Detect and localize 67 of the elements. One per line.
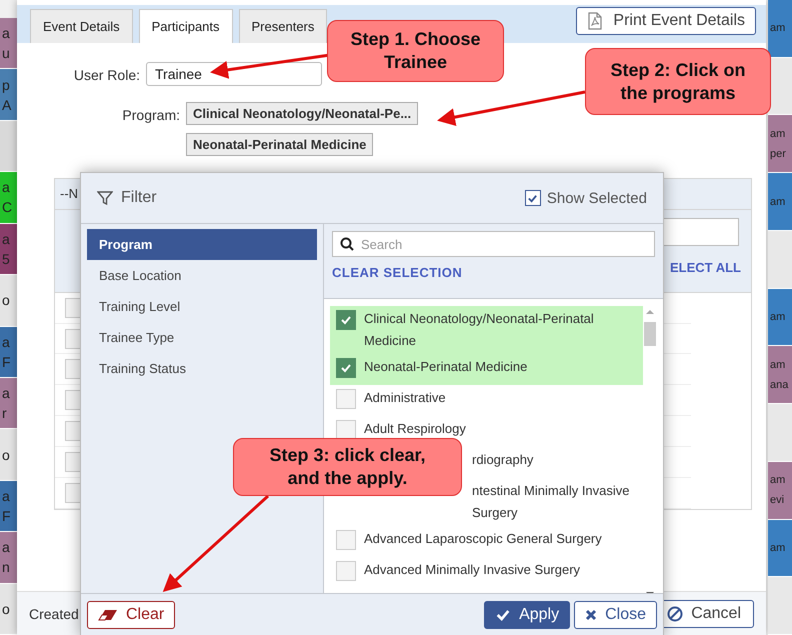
modal-title: Filter xyxy=(97,189,157,207)
calendar-block: o xyxy=(0,584,17,635)
filter-category[interactable]: Training Level xyxy=(87,291,317,322)
calendar-block: a C xyxy=(0,172,17,224)
calendar-event: am evi xyxy=(768,462,792,520)
step-callout: Step 1. Choose Trainee xyxy=(327,20,504,82)
clear-button[interactable]: Clear xyxy=(87,601,176,629)
step-callout: Step 3: click clear, and the apply. xyxy=(233,438,462,496)
calendar-block: a r xyxy=(0,378,17,430)
program-option[interactable]: Neonatal-Perinatal Medicine xyxy=(330,354,643,385)
created-label: Created xyxy=(29,606,79,622)
check-icon xyxy=(527,192,538,204)
program-option[interactable]: Advanced Minimally Invasive Surgery xyxy=(330,557,643,588)
filter-category[interactable]: Trainee Type xyxy=(87,322,317,353)
eraser-icon xyxy=(98,609,118,621)
checkbox[interactable] xyxy=(336,420,356,440)
calendar-block: o xyxy=(0,275,17,327)
program-option[interactable]: Administrative xyxy=(330,385,643,416)
checkbox[interactable] xyxy=(336,561,356,581)
filter-category[interactable]: Program xyxy=(87,229,317,260)
tab[interactable]: Event Details xyxy=(30,9,133,43)
user-role-field[interactable]: Trainee xyxy=(146,62,322,86)
calendar-event: am ana xyxy=(768,346,792,404)
show-selected-checkbox[interactable]: Show Selected xyxy=(524,190,647,206)
program-option[interactable]: Clinical Neonatology/Neonatal-Perinatal Medicine xyxy=(330,306,643,354)
calendar-block: a n xyxy=(0,532,17,584)
calendar-block: a F xyxy=(0,480,17,532)
clear-selection-link[interactable]: CLEAR SELECTION xyxy=(332,265,462,280)
calendar-event: am per xyxy=(768,115,792,174)
apply-button[interactable]: Apply xyxy=(484,601,570,629)
checkbox[interactable] xyxy=(336,389,356,409)
pdf-icon xyxy=(587,12,604,30)
step-callout: Step 2: Click on the programs xyxy=(585,48,771,115)
program-option[interactable]: Advanced Laparoscopic General Surgery xyxy=(330,526,643,557)
select-all-link[interactable]: ELECT ALL xyxy=(670,260,741,275)
column-header: --N xyxy=(60,186,78,202)
field-label: Program: xyxy=(121,106,180,123)
filter-category[interactable]: Base Location xyxy=(87,260,317,291)
calendar-event: am xyxy=(768,173,792,231)
cancel-icon xyxy=(667,606,684,622)
calendar-event: am xyxy=(768,288,792,346)
calendar-block: p A xyxy=(0,69,17,121)
calendar-block: a 5 xyxy=(0,224,17,276)
search-field[interactable] xyxy=(663,218,739,246)
checkbox[interactable] xyxy=(336,358,356,378)
tab[interactable]: Participants xyxy=(138,9,233,43)
print-button[interactable]: Print Event Details xyxy=(576,7,756,35)
check-icon xyxy=(340,314,352,326)
program-chip[interactable]: Clinical Neonatology/Neonatal-Pe... xyxy=(186,102,418,125)
calendar-event: am xyxy=(768,0,792,58)
check-icon xyxy=(495,607,512,623)
filter-category[interactable]: Training Status xyxy=(87,353,317,384)
close-icon xyxy=(585,609,598,621)
search-icon xyxy=(340,237,354,251)
calendar-block: o xyxy=(0,429,17,481)
checkbox[interactable] xyxy=(336,530,356,550)
calendar-event: am xyxy=(768,520,792,578)
check-icon xyxy=(340,362,352,374)
calendar-block: a F xyxy=(0,326,17,378)
search-field[interactable]: Search xyxy=(332,231,655,257)
program-chip[interactable]: Neonatal-Perinatal Medicine xyxy=(186,133,374,156)
tab[interactable]: Presenters xyxy=(238,9,328,43)
filter-icon xyxy=(97,190,113,206)
close-button[interactable]: Close xyxy=(574,601,657,629)
checkbox[interactable] xyxy=(336,310,356,330)
calendar-block: a u xyxy=(0,18,17,70)
field-label: User Role: xyxy=(72,66,140,83)
